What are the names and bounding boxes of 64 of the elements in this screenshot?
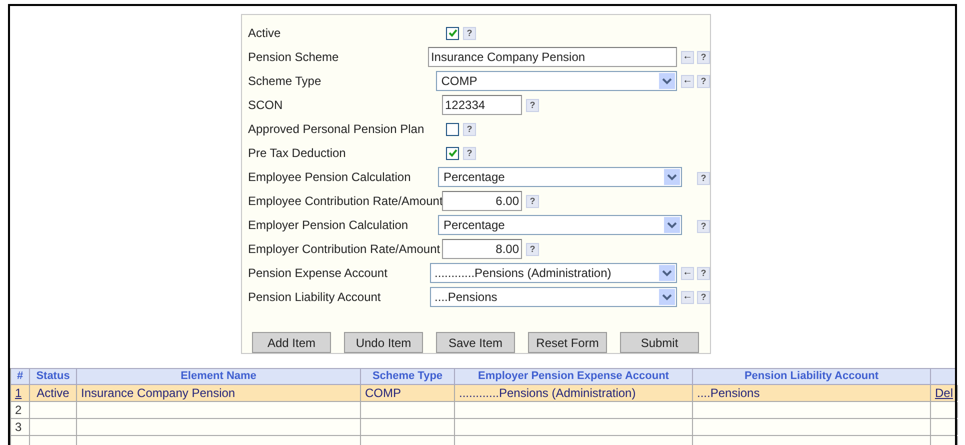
field-label: Pre Tax Deduction xyxy=(248,145,347,162)
field-label: Employee Pension Calculation xyxy=(248,169,412,186)
help-icon[interactable]: ? xyxy=(526,242,539,256)
chevron-down-icon xyxy=(659,73,675,89)
dropdown[interactable]: Percentage xyxy=(438,215,682,235)
delete-link[interactable]: Del xyxy=(934,386,953,400)
table-cell: ............Pensions (Administration) xyxy=(459,386,636,400)
table-row[interactable]: 3 xyxy=(11,419,957,436)
chevron-down-icon xyxy=(659,265,675,281)
input-field[interactable]: 8.00 xyxy=(442,239,522,259)
column-header: # xyxy=(11,369,30,384)
input-field[interactable]: Insurance Company Pension xyxy=(428,47,677,67)
checkbox[interactable] xyxy=(446,146,459,160)
help-icon[interactable]: ? xyxy=(463,146,476,160)
help-icon[interactable]: ? xyxy=(697,220,710,233)
field-label: Approved Personal Pension Plan xyxy=(248,121,426,138)
field-label: Active xyxy=(248,25,282,42)
table-cell: COMP xyxy=(365,386,401,400)
form-button[interactable]: Submit xyxy=(620,332,699,353)
table-cell: Insurance Company Pension xyxy=(81,386,236,400)
column-header: Element Name xyxy=(77,369,361,384)
help-icon[interactable]: ? xyxy=(697,290,710,304)
field-label: SCON xyxy=(248,97,284,114)
dropdown[interactable]: COMP xyxy=(436,71,677,91)
column-header: Status xyxy=(30,369,77,384)
checkbox[interactable] xyxy=(446,122,459,136)
help-icon[interactable]: ? xyxy=(526,194,539,208)
checkbox[interactable] xyxy=(446,26,459,40)
row-number: 2 xyxy=(15,403,22,417)
help-icon[interactable]: ? xyxy=(463,122,476,136)
form-button[interactable]: Reset Form xyxy=(528,332,607,353)
field-label: Employer Pension Calculation xyxy=(248,217,410,234)
row-number: 3 xyxy=(15,420,22,434)
input-field[interactable]: 122334 xyxy=(442,95,522,115)
column-header: Pension Liability Account xyxy=(693,369,931,384)
chevron-down-icon xyxy=(664,169,680,185)
field-label: Employee Contribution Rate/Amount xyxy=(248,193,442,210)
dropdown[interactable]: ............Pensions (Administration) xyxy=(430,263,677,283)
help-icon[interactable]: ? xyxy=(463,26,476,40)
column-header: Scheme Type xyxy=(361,369,455,384)
help-icon[interactable]: ? xyxy=(697,50,710,64)
table-row[interactable]: 1 Active Insurance Company Pension COMP ............Pensions (Administration) ....Pensions Del xyxy=(11,385,957,402)
field-label: Pension Scheme xyxy=(248,49,340,66)
form-button[interactable]: Add Item xyxy=(252,332,331,353)
help-icon[interactable]: ? xyxy=(697,172,710,185)
dropdown[interactable]: ....Pensions xyxy=(430,287,677,307)
table-cell: Active xyxy=(36,386,70,400)
help-icon[interactable]: ? xyxy=(697,266,710,280)
help-icon[interactable]: ? xyxy=(697,74,710,88)
row-number[interactable]: 1 xyxy=(15,386,22,400)
input-field[interactable]: 6.00 xyxy=(442,191,522,211)
field-label: Pension Liability Account xyxy=(248,289,382,306)
help-icon[interactable]: ? xyxy=(526,98,539,112)
field-label: Pension Expense Account xyxy=(248,265,388,282)
form-button[interactable]: Save Item xyxy=(436,332,515,353)
dropdown[interactable]: Percentage xyxy=(438,167,682,187)
chevron-down-icon xyxy=(659,289,675,305)
table-cell: ....Pensions xyxy=(697,386,760,400)
column-header: Employer Pension Expense Account xyxy=(455,369,693,384)
chevron-down-icon xyxy=(664,217,680,233)
table-row[interactable]: 2 xyxy=(11,402,957,419)
field-label: Employer Contribution Rate/Amount xyxy=(248,241,442,258)
form-button[interactable]: Undo Item xyxy=(344,332,423,353)
field-label: Scheme Type xyxy=(248,73,322,90)
